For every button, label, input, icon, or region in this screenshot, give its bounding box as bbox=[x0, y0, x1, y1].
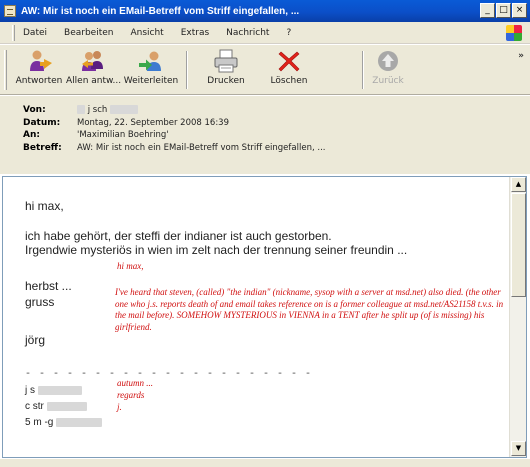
toolbar-overflow-chevron-icon[interactable]: » bbox=[518, 51, 524, 61]
delete-icon bbox=[276, 49, 302, 73]
window-title: AW: Mir ist noch ein EMail-Betreff vom S… bbox=[21, 5, 300, 17]
reply-all-label: Allen antw... bbox=[66, 76, 122, 86]
menu-help[interactable]: ? bbox=[286, 28, 291, 38]
status-bar bbox=[0, 459, 530, 467]
header-row-subject: Betreff: AW: Mir ist noch ein EMail-Betr… bbox=[23, 142, 530, 155]
back-label: Zurück bbox=[372, 76, 404, 86]
scroll-up-button[interactable]: ▲ bbox=[511, 177, 526, 192]
menu-bar: Datei Bearbeiten Ansicht Extras Nachrich… bbox=[0, 22, 530, 44]
toolbar-grip-handle[interactable] bbox=[4, 50, 7, 90]
back-arrow-icon bbox=[375, 49, 401, 73]
redacted-block bbox=[46, 401, 87, 411]
signature-line: jörg bbox=[25, 333, 46, 347]
contact-line-1: j s bbox=[25, 385, 82, 396]
scrollbar-thumb[interactable] bbox=[511, 193, 526, 297]
annotation-closing-1: autumn ... bbox=[117, 378, 153, 388]
reply-icon bbox=[26, 49, 52, 73]
scroll-down-button[interactable]: ▼ bbox=[511, 441, 526, 456]
reply-all-icon bbox=[80, 49, 106, 73]
toolbar: Antworten Allen antw... Weiterleiten Dru… bbox=[0, 45, 530, 95]
annotation-greeting: hi max, bbox=[117, 261, 144, 271]
minimize-button[interactable]: _ bbox=[480, 3, 495, 18]
reply-button[interactable]: Antworten bbox=[14, 49, 64, 93]
vertical-scrollbar[interactable]: ▲ ▼ bbox=[509, 177, 526, 457]
contact-line-1-text: j s bbox=[25, 385, 35, 396]
menu-datei[interactable]: Datei bbox=[23, 28, 47, 38]
greeting-line: hi max, bbox=[25, 199, 64, 213]
message-header: Von: j sch Datum: Montag, 22. September … bbox=[0, 96, 530, 174]
body-line-2: Irgendwie mysteriös in wien im zelt nach… bbox=[25, 243, 408, 257]
windows-logo-icon bbox=[506, 25, 522, 41]
printer-icon bbox=[213, 49, 239, 73]
menu-grip-handle[interactable] bbox=[12, 24, 15, 41]
annotation-closing-2: regards bbox=[117, 390, 145, 400]
contact-line-3-text: 5 m -g bbox=[25, 417, 54, 428]
reply-label: Antworten bbox=[15, 76, 63, 86]
from-text: j sch bbox=[87, 105, 108, 116]
to-value: 'Maximilian Boehring' bbox=[77, 130, 169, 141]
signature-separator: - - - - - - - - - - - - - - - - - - - - … bbox=[25, 369, 313, 380]
print-label: Drucken bbox=[207, 76, 245, 86]
contact-line-2: c str bbox=[25, 401, 87, 412]
annotation-translation: I've heard that steven, (called) "the in… bbox=[115, 287, 504, 332]
header-row-to: An: 'Maximilian Boehring' bbox=[23, 129, 530, 142]
forward-label: Weiterleiten bbox=[123, 76, 179, 86]
to-label: An: bbox=[23, 130, 40, 141]
date-label: Datum: bbox=[23, 117, 61, 128]
contact-line-2-text: c str bbox=[25, 401, 44, 412]
message-body-text: hi max, ich habe gehört, der steffi der … bbox=[3, 177, 510, 457]
mail-message-icon bbox=[4, 5, 16, 17]
closing-line-1: herbst ... bbox=[25, 279, 72, 293]
subject-value: AW: Mir ist noch ein EMail-Betreff vom S… bbox=[77, 142, 326, 153]
maximize-button[interactable]: □ bbox=[496, 3, 511, 18]
header-row-from: Von: j sch bbox=[23, 104, 530, 117]
delete-button[interactable]: Löschen bbox=[256, 49, 322, 93]
date-value: Montag, 22. September 2008 16:39 bbox=[77, 117, 229, 128]
reply-all-button[interactable]: Allen antw... bbox=[66, 49, 122, 93]
menu-ansicht[interactable]: Ansicht bbox=[130, 28, 163, 38]
toolbar-separator bbox=[362, 51, 364, 89]
forward-icon bbox=[138, 49, 164, 73]
print-button[interactable]: Drucken bbox=[196, 49, 256, 93]
redacted-block bbox=[56, 417, 103, 427]
header-row-date: Datum: Montag, 22. September 2008 16:39 bbox=[23, 117, 530, 130]
closing-line-2: gruss bbox=[25, 295, 55, 309]
subject-label: Betreff: bbox=[23, 142, 62, 153]
redacted-block bbox=[109, 105, 138, 115]
message-body-pane[interactable]: hi max, ich habe gehört, der steffi der … bbox=[2, 176, 527, 458]
title-bar[interactable]: AW: Mir ist noch ein EMail-Betreff vom S… bbox=[0, 0, 530, 22]
annotation-closing-3: j. bbox=[117, 402, 122, 412]
body-line-1: ich habe gehört, der steffi der indianer… bbox=[25, 229, 332, 243]
redacted-block bbox=[37, 385, 82, 395]
contact-line-3: 5 m -g bbox=[25, 417, 103, 428]
delete-label: Löschen bbox=[270, 76, 308, 86]
back-button[interactable]: Zurück bbox=[368, 49, 408, 93]
menu-extras[interactable]: Extras bbox=[181, 28, 209, 38]
from-value: j sch bbox=[77, 105, 138, 115]
from-label: Von: bbox=[23, 105, 46, 116]
redacted-block bbox=[77, 105, 85, 115]
toolbar-separator bbox=[186, 51, 188, 89]
menu-bearbeiten[interactable]: Bearbeiten bbox=[64, 28, 113, 38]
forward-button[interactable]: Weiterleiten bbox=[122, 49, 180, 93]
close-button[interactable]: × bbox=[512, 3, 527, 18]
window-controls: _ □ × bbox=[480, 3, 527, 18]
menu-nachricht[interactable]: Nachricht bbox=[226, 28, 269, 38]
